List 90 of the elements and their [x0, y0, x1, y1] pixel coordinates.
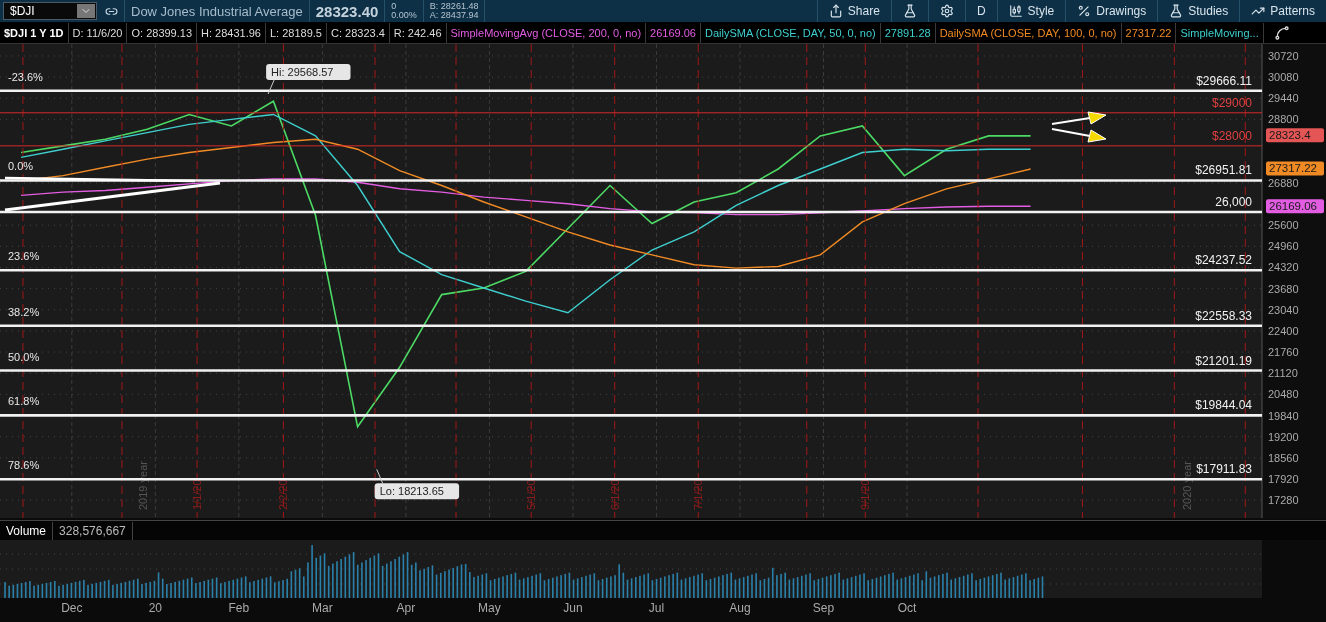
axis-label: Jun [563, 601, 583, 615]
symbol-field[interactable]: $DJI [3, 2, 97, 20]
axis-label: Dec [61, 601, 83, 615]
date-marker-label: 9/1/20 [859, 479, 872, 510]
flask-icon [902, 4, 917, 18]
study-value: 26169.06 [646, 22, 701, 43]
axis-label: Aug [729, 601, 751, 615]
axis-label: 21120 [1268, 367, 1298, 380]
level-ratio-label: 0.0% [8, 160, 34, 173]
level-ratio-label: 38.2% [8, 305, 40, 318]
ask-price: A: 28437.94 [429, 11, 479, 20]
study-name[interactable]: SimpleMoving... [1176, 22, 1264, 43]
axis-label: Sep [812, 601, 835, 615]
study-name[interactable]: SimpleMovingAvg (CLOSE, 200, 0, no) [446, 22, 647, 43]
volume-value: 328,576,667 [53, 521, 133, 540]
axis-label: May [478, 601, 501, 615]
axis-label: 28800 [1268, 113, 1299, 126]
instrument-name: Dow Jones Industrial Average [131, 3, 303, 19]
arrow-drawing [1051, 111, 1107, 125]
axis-label: Jul [648, 601, 665, 615]
study-value: 27891.28 [880, 22, 936, 43]
ohlc-value: H: 28431.96 [197, 22, 266, 43]
level-price-label: $29666.11 [1196, 73, 1252, 88]
level-ratio-label: 78.6% [8, 459, 40, 472]
volume-label: Volume [0, 521, 54, 540]
axis-label: Feb [228, 601, 250, 615]
study-name[interactable]: DailySMA (CLOSE, DAY, 50, 0, no) [700, 22, 881, 43]
share-icon [828, 4, 843, 18]
ohlc-value: R: 242.46 [389, 22, 447, 43]
arrow-drawing [1051, 128, 1107, 143]
date-marker-label: 5/1/20 [525, 479, 538, 510]
axis-label: 25600 [1268, 219, 1299, 232]
axis-label: Mar [312, 601, 333, 615]
price-tag: 28323.4 [1266, 128, 1324, 143]
percent-icon [1077, 4, 1092, 18]
date-marker-label: 6/1/20 [608, 479, 621, 510]
axis-label: 26880 [1268, 176, 1299, 189]
ohlc-value: O: 28399.13 [127, 22, 198, 43]
chart-title: $DJI 1 Y 1D [0, 22, 69, 43]
axis-label: Oct [897, 601, 917, 615]
axis-label: 23040 [1268, 303, 1299, 316]
axis-label: 19200 [1268, 430, 1299, 443]
axis-label: 18560 [1268, 451, 1299, 464]
level-price-label: $22558.33 [1195, 308, 1252, 323]
flask-icon [1169, 4, 1184, 18]
axis-label: 17280 [1268, 494, 1299, 507]
level-price-label: $21201.19 [1195, 353, 1252, 368]
axis-label: 21760 [1268, 346, 1299, 359]
date-marker-label: 7/1/20 [692, 479, 705, 510]
level-price-label: $26951.81 [1195, 163, 1252, 178]
axis-label: 20480 [1268, 388, 1299, 401]
ohlc-value: L: 28189.5 [266, 22, 327, 43]
axis-label: 24320 [1268, 261, 1299, 274]
study-name[interactable]: DailySMA (CLOSE, DAY, 100, 0, no) [935, 22, 1122, 43]
level-price-label: $24237.52 [1195, 253, 1252, 268]
level-ratio-label: 50.0% [8, 350, 40, 363]
curve-icon[interactable] [1273, 24, 1290, 41]
level-price-label: $29000 [1211, 95, 1252, 110]
level-ratio-label: 61.8% [8, 395, 40, 408]
axis-label: 17920 [1268, 472, 1299, 485]
level-price-label: 26,000 [1215, 194, 1252, 209]
high-callout: Hi: 29568.57 [266, 64, 351, 95]
price-tag: 26169.06 [1266, 199, 1324, 214]
axis-label: 23680 [1268, 282, 1299, 295]
date-marker-label: 2/2/20 [277, 479, 290, 510]
level-price-label: $17911.83 [1196, 462, 1252, 477]
axis-label: 19840 [1268, 409, 1299, 422]
axis-label: 20 [148, 601, 163, 615]
ohlc-value: D: 11/6/20 [68, 22, 128, 43]
bid-price: B: 28261.48 [429, 2, 479, 11]
date-marker-label: 1/1/20 [191, 479, 204, 510]
level-ratio-label: 23.6% [8, 250, 40, 263]
last-price: 28323.40 [315, 2, 379, 20]
axis-label: 29440 [1268, 92, 1299, 105]
study-value: 27317.22 [1121, 22, 1177, 43]
low-callout: Lo: 18213.65 [374, 468, 460, 500]
ohlc-value: C: 28323.4 [327, 22, 390, 43]
level-price-label: $28000 [1211, 128, 1252, 143]
axis-label: 22400 [1268, 324, 1299, 337]
percent-change: 0.00% [391, 11, 417, 20]
axis-label: 30720 [1268, 49, 1299, 62]
axis-label: Apr [396, 601, 416, 615]
axis-label: 30080 [1268, 71, 1299, 84]
axis-label: 24960 [1268, 240, 1299, 253]
candlestick-icon [1008, 4, 1023, 18]
net-change: 0 [391, 2, 398, 11]
settings-icon [939, 4, 954, 18]
level-ratio-label: -23.6% [8, 70, 43, 83]
price-tag: 27317.22 [1266, 161, 1324, 176]
level-price-label: $19844.04 [1195, 398, 1252, 413]
